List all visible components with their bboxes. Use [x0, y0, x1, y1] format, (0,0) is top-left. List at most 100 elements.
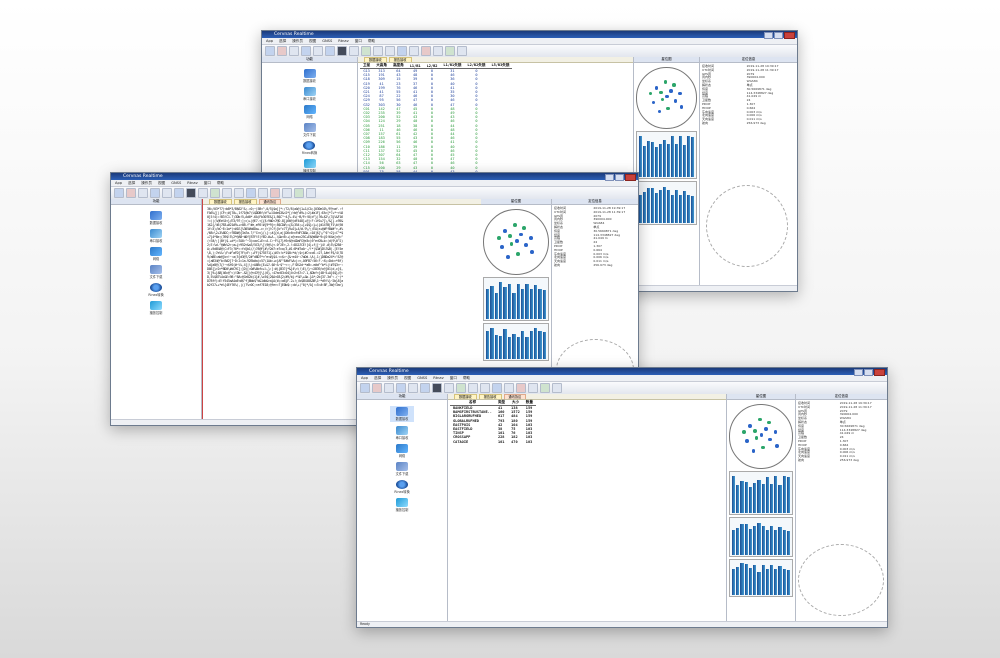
- close-button[interactable]: [625, 174, 636, 181]
- nav-network[interactable]: 网络: [150, 247, 162, 261]
- nav-file-download[interactable]: 文件下载: [396, 462, 408, 476]
- menu-window[interactable]: 窗口: [355, 38, 362, 44]
- tab-receive[interactable]: 数据接收: [364, 57, 387, 62]
- config-icon[interactable]: [138, 188, 148, 198]
- disconnect-icon[interactable]: [277, 46, 287, 56]
- terminal-icon[interactable]: [337, 46, 347, 56]
- map-icon[interactable]: [444, 383, 454, 393]
- close-button[interactable]: [874, 369, 885, 376]
- nav-rinex[interactable]: Rinex转换: [148, 283, 164, 297]
- table-icon[interactable]: [468, 383, 478, 393]
- connect-icon[interactable]: [360, 383, 370, 393]
- nav-network[interactable]: 网络: [303, 105, 316, 119]
- menu-select[interactable]: 选择: [374, 375, 381, 381]
- menu-help[interactable]: 帮助: [368, 38, 375, 44]
- settings-icon[interactable]: [294, 188, 304, 198]
- minimize-button[interactable]: [854, 369, 863, 376]
- menu-rtnav[interactable]: Rtnav: [338, 38, 349, 44]
- minimize-button[interactable]: [764, 32, 773, 39]
- play-icon[interactable]: [162, 188, 172, 198]
- menu-gnss[interactable]: GNSS: [171, 180, 181, 186]
- satellite-icon[interactable]: [397, 46, 407, 56]
- minimize-button[interactable]: [605, 174, 614, 181]
- settings-icon[interactable]: [540, 383, 550, 393]
- list-icon[interactable]: [258, 188, 268, 198]
- table-icon[interactable]: [222, 188, 232, 198]
- maximize-button[interactable]: [774, 32, 783, 39]
- nav-network[interactable]: 网络: [396, 444, 408, 458]
- nav-playback[interactable]: 播放控制: [396, 498, 408, 512]
- menu-window[interactable]: 窗口: [450, 375, 457, 381]
- stop-icon[interactable]: [528, 383, 538, 393]
- menu-operator[interactable]: 操作员: [292, 38, 303, 44]
- map-icon[interactable]: [198, 188, 208, 198]
- menu-rtnav[interactable]: Rtnav: [187, 180, 198, 186]
- nav-file-download[interactable]: 文件下载: [303, 123, 316, 137]
- tab-receive[interactable]: 数据接收: [454, 394, 477, 399]
- map-icon[interactable]: [349, 46, 359, 56]
- arrow-icon[interactable]: [150, 188, 160, 198]
- nav-serial[interactable]: 串口接收: [396, 426, 408, 440]
- record-icon[interactable]: [270, 188, 280, 198]
- chart-icon[interactable]: [210, 188, 220, 198]
- grid-icon[interactable]: [234, 188, 244, 198]
- column-header[interactable]: L2/B2失锁: [464, 63, 489, 69]
- menu-window[interactable]: 窗口: [204, 180, 211, 186]
- menu-select[interactable]: 选择: [279, 38, 286, 44]
- menu-rtnav[interactable]: Rtnav: [433, 375, 444, 381]
- rocket-icon[interactable]: [174, 188, 184, 198]
- tab-report[interactable]: 报告接收: [478, 394, 502, 399]
- satellite-icon[interactable]: [492, 383, 502, 393]
- nav-playback[interactable]: 播放控制: [303, 159, 316, 173]
- config-icon[interactable]: [289, 46, 299, 56]
- settings-icon[interactable]: [445, 46, 455, 56]
- terminal-icon[interactable]: [432, 383, 442, 393]
- menu-app[interactable]: App: [115, 180, 122, 186]
- column-header[interactable]: L5/B3失锁: [488, 63, 513, 69]
- table-row[interactable]: CATAOIE 101 470 103: [450, 440, 536, 444]
- menu-view[interactable]: 视图: [404, 375, 411, 381]
- menu-view[interactable]: 视图: [309, 38, 316, 44]
- arrow-icon[interactable]: [396, 383, 406, 393]
- menu-help[interactable]: 帮助: [463, 375, 470, 381]
- chart-icon[interactable]: [361, 46, 371, 56]
- record-icon[interactable]: [421, 46, 431, 56]
- disconnect-icon[interactable]: [126, 188, 136, 198]
- menu-app[interactable]: App: [266, 38, 273, 44]
- list-icon[interactable]: [409, 46, 419, 56]
- tab-report[interactable]: 报告接收: [233, 199, 257, 204]
- terminal-icon[interactable]: [186, 188, 196, 198]
- nav-data-receive[interactable]: 数据接收: [150, 211, 162, 225]
- column-header[interactable]: L1/B1失锁: [440, 63, 465, 69]
- rocket-icon[interactable]: [325, 46, 335, 56]
- satellite-icon[interactable]: [246, 188, 256, 198]
- stop-icon[interactable]: [282, 188, 292, 198]
- menu-operator[interactable]: 操作员: [387, 375, 398, 381]
- help-icon[interactable]: [457, 46, 467, 56]
- nav-serial[interactable]: 串口接收: [150, 229, 162, 243]
- stop-icon[interactable]: [433, 46, 443, 56]
- nav-rinex[interactable]: Rinex转换: [302, 141, 317, 155]
- menu-help[interactable]: 帮助: [217, 180, 224, 186]
- grid-icon[interactable]: [480, 383, 490, 393]
- list-icon[interactable]: [504, 383, 514, 393]
- tab-receive[interactable]: 数据接收: [209, 199, 232, 204]
- connect-icon[interactable]: [114, 188, 124, 198]
- disconnect-icon[interactable]: [372, 383, 382, 393]
- config-icon[interactable]: [384, 383, 394, 393]
- menu-gnss[interactable]: GNSS: [417, 375, 427, 381]
- nav-rinex[interactable]: Rinex转换: [394, 480, 410, 494]
- chart-icon[interactable]: [456, 383, 466, 393]
- nav-data-receive[interactable]: 数据接收: [389, 406, 415, 422]
- tab-report[interactable]: 报告接收: [388, 57, 412, 62]
- record-icon[interactable]: [516, 383, 526, 393]
- nav-playback[interactable]: 播放控制: [150, 301, 162, 315]
- menu-app[interactable]: App: [361, 375, 368, 381]
- menu-gnss[interactable]: GNSS: [322, 38, 332, 44]
- rocket-icon[interactable]: [420, 383, 430, 393]
- tab-protocol[interactable]: 通讯协议: [503, 394, 527, 399]
- help-icon[interactable]: [552, 383, 562, 393]
- maximize-button[interactable]: [615, 174, 624, 181]
- menu-select[interactable]: 选择: [128, 180, 135, 186]
- connect-icon[interactable]: [265, 46, 275, 56]
